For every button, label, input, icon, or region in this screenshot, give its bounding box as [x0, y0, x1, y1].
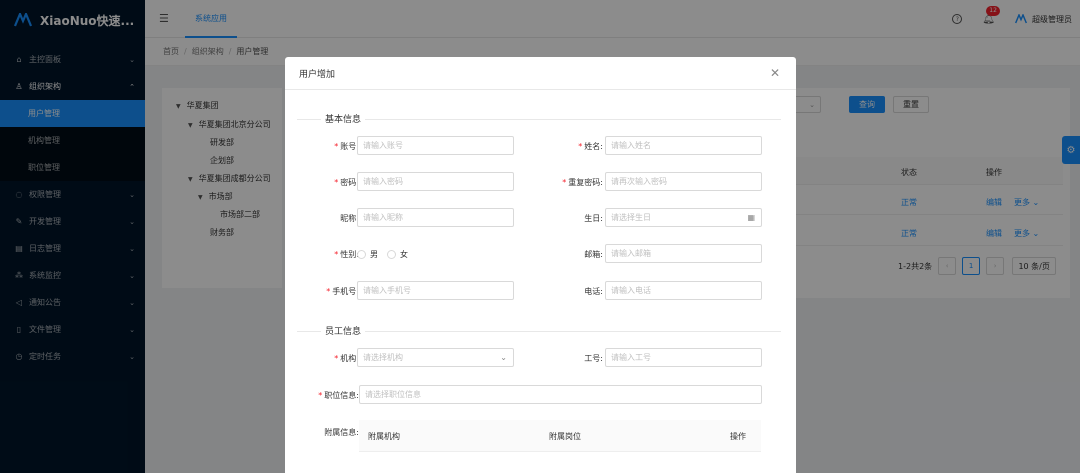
email-label: 邮箱:: [584, 249, 603, 260]
password-input[interactable]: 请输入密码: [357, 172, 514, 191]
required-mark: *: [334, 250, 339, 259]
org-select[interactable]: 请选择机构 ⌄: [357, 348, 514, 367]
placeholder-text: 请再次输入密码: [611, 177, 667, 186]
radio-label: 女: [400, 250, 408, 259]
org-label: * 机构:: [334, 353, 359, 364]
placeholder-text: 请输入邮箱: [611, 249, 651, 258]
account-label: * 账号:: [334, 141, 359, 152]
required-mark: *: [318, 391, 323, 400]
label-text: 手机号:: [332, 287, 359, 296]
account-input[interactable]: 请输入账号: [357, 136, 514, 155]
th-extra-org: 附属机构: [368, 432, 400, 441]
gender-radio-male[interactable]: 男: [357, 249, 378, 260]
placeholder-text: 请输入手机号: [363, 286, 411, 295]
nickname-input[interactable]: 请输入昵称: [357, 208, 514, 227]
label-text: 重复密码:: [568, 178, 603, 187]
tel-input[interactable]: 请输入电话: [605, 281, 762, 300]
section-divider: [297, 331, 781, 332]
placeholder-text: 请输入姓名: [611, 141, 651, 150]
placeholder-text: 请选择职位信息: [365, 390, 421, 399]
required-mark: *: [326, 287, 331, 296]
confirm-password-input[interactable]: 请再次输入密码: [605, 172, 762, 191]
required-mark: *: [334, 142, 339, 151]
position-select[interactable]: 请选择职位信息: [359, 385, 762, 404]
placeholder-text: 请输入账号: [363, 141, 403, 150]
gender-radio-female[interactable]: 女: [387, 249, 408, 260]
required-mark: *: [578, 142, 583, 151]
name-input[interactable]: 请输入姓名: [605, 136, 762, 155]
radio-circle: [357, 250, 366, 259]
gender-label: * 性别:: [334, 249, 359, 260]
section-title-staff: 员工信息: [321, 324, 366, 337]
birthday-picker[interactable]: 请选择生日 ▦: [605, 208, 762, 227]
mobile-input[interactable]: 请输入手机号: [357, 281, 514, 300]
birthday-label: 生日:: [584, 213, 603, 224]
email-input[interactable]: 请输入邮箱: [605, 244, 762, 263]
required-mark: *: [334, 354, 339, 363]
modal-title: 用户增加: [299, 69, 336, 80]
th-extra-pos: 附属岗位: [549, 432, 581, 441]
radio-label: 男: [370, 250, 378, 259]
label-text: 生日:: [584, 214, 603, 223]
placeholder-text: 请输入电话: [611, 286, 651, 295]
placeholder-text: 请输入密码: [363, 177, 403, 186]
section-title-basic: 基本信息: [321, 112, 366, 125]
section-divider: [297, 119, 781, 120]
chevron-down-icon: ⌄: [500, 353, 507, 362]
placeholder-text: 请输入工号: [611, 353, 651, 362]
modal-header: 用户增加: [285, 57, 796, 90]
confirm-password-label: * 重复密码:: [562, 177, 603, 188]
close-icon[interactable]: ✕: [770, 66, 780, 80]
mobile-label: * 手机号:: [326, 286, 359, 297]
label-text: 职位信息:: [324, 391, 359, 400]
placeholder-text: 请输入昵称: [363, 213, 403, 222]
position-label: * 职位信息:: [318, 390, 359, 401]
required-mark: *: [334, 178, 339, 187]
label-text: 电话:: [584, 287, 603, 296]
label-text: 工号:: [584, 354, 603, 363]
job-no-input[interactable]: 请输入工号: [605, 348, 762, 367]
tel-label: 电话:: [584, 286, 603, 297]
radio-circle: [387, 250, 396, 259]
add-user-modal: 用户增加 ✕ 基本信息 * 账号: 请输入账号 * 姓名: 请输入姓名 * 密码: 请…: [285, 57, 796, 473]
job-no-label: 工号:: [584, 353, 603, 364]
label-text: 姓名:: [584, 142, 603, 151]
required-mark: *: [562, 178, 567, 187]
name-label: * 姓名:: [578, 141, 603, 152]
placeholder-text: 请选择生日: [611, 213, 651, 222]
label-text: 邮箱:: [584, 250, 603, 259]
calendar-icon: ▦: [747, 213, 755, 222]
label-text: 附属信息:: [324, 428, 359, 437]
extra-info-label: 附属信息:: [324, 427, 359, 438]
th-extra-ops: 操作: [730, 432, 746, 441]
extra-info-table-header: 附属机构 附属岗位 操作: [359, 420, 761, 452]
placeholder-text: 请选择机构: [363, 353, 403, 362]
password-label: * 密码:: [334, 177, 359, 188]
